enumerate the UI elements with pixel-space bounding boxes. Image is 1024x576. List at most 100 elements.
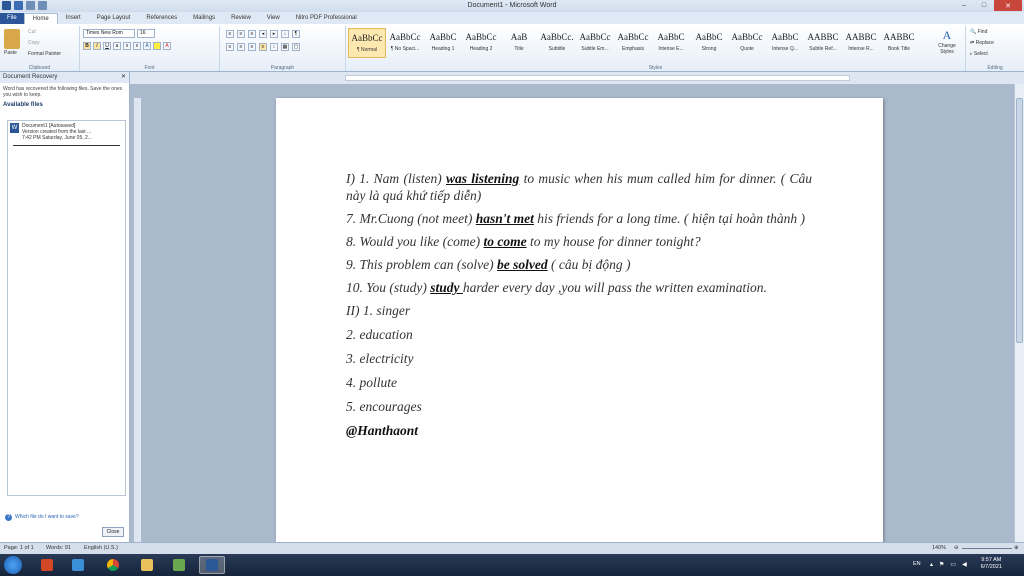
cut-button[interactable]: Cut <box>28 29 36 35</box>
decrease-indent-button[interactable]: ◂ <box>259 30 267 38</box>
tab-mailings[interactable]: Mailings <box>185 13 223 24</box>
line-spacing-button[interactable]: ↕ <box>270 43 278 51</box>
tray-arrow-icon[interactable]: ▴ <box>930 561 933 568</box>
font-color-button[interactable]: A <box>163 42 171 50</box>
answer-text: was listening <box>445 171 520 186</box>
tab-nitro-pdf[interactable]: Nitro PDF Professional <box>288 13 365 24</box>
style-name: Heading 2 <box>469 46 493 52</box>
help-link[interactable]: ? Which file do I want to save? <box>5 514 79 521</box>
zoom-in-icon[interactable]: ⊕ <box>1014 545 1019 551</box>
styles-group: AaBbCc ¶ Normal AaBbCc ¶ No Spaci... AaBbC He… <box>346 26 966 71</box>
recovered-file-item[interactable]: W Document1 [Autosaved] Version created … <box>8 121 125 143</box>
style-name: Subtle Ref... <box>809 46 837 52</box>
style-item[interactable]: AaBbCc Heading 2 <box>462 28 500 58</box>
clock[interactable]: 9:57 AM 6/7/2021 <box>981 557 1002 571</box>
copy-button[interactable]: Copy <box>28 40 40 46</box>
paste-button[interactable]: Paste <box>4 50 17 56</box>
tab-view[interactable]: View <box>259 13 288 24</box>
title-bar: Document1 - Microsoft Word – □ ✕ <box>0 0 1024 12</box>
highlight-button[interactable] <box>153 42 161 50</box>
word-count[interactable]: Words: 91 <box>46 545 71 551</box>
zoom-level[interactable]: 140% <box>932 545 946 551</box>
subscript-button[interactable]: x <box>123 42 131 50</box>
taskbar-word[interactable] <box>199 556 225 574</box>
increase-indent-button[interactable]: ▸ <box>270 30 278 38</box>
style-item[interactable]: AaBbC Heading 1 <box>424 28 462 58</box>
language-status[interactable]: English (U.S.) <box>84 545 118 551</box>
network-icon[interactable]: ▭ <box>950 561 956 568</box>
style-item[interactable]: AABBC Book Title <box>880 28 918 58</box>
change-styles-button[interactable]: A Change Styles <box>933 28 961 55</box>
vertical-scrollbar[interactable] <box>1014 84 1024 542</box>
tab-references[interactable]: References <box>138 13 185 24</box>
maximize-button[interactable]: □ <box>974 0 994 11</box>
tab-home[interactable]: Home <box>23 13 58 24</box>
taskbar-explorer[interactable] <box>134 556 160 574</box>
find-button[interactable]: 🔍 Find <box>970 29 987 35</box>
numbering-button[interactable]: ≡ <box>237 30 245 38</box>
paragraph-group: ≡ ≡ ≡ ◂ ▸ ↓ ¶ ≡ ≡ ≡ ≡ ↕ ▦ ▢ Paragraph <box>220 26 346 71</box>
input-language[interactable]: EN <box>913 561 921 567</box>
volume-icon[interactable]: ◀ <box>962 561 967 568</box>
document-page[interactable]: I) 1. Nam (listen) was listening to musi… <box>276 98 883 542</box>
style-item[interactable]: AaB Title <box>500 28 538 58</box>
document-recovery-pane: Document Recovery ✕ Word has recovered t… <box>0 72 130 542</box>
taskbar-chrome[interactable] <box>100 556 126 574</box>
format-painter-button[interactable]: Format Painter <box>28 51 61 57</box>
taskbar-media-player[interactable] <box>65 556 91 574</box>
style-item[interactable]: AaBbCc ¶ No Spaci... <box>386 28 424 58</box>
align-center-button[interactable]: ≡ <box>237 43 245 51</box>
close-window-button[interactable]: ✕ <box>994 0 1022 11</box>
taskbar-app[interactable] <box>166 556 192 574</box>
style-item[interactable]: AaBbCc Quote <box>728 28 766 58</box>
shading-button[interactable]: ▦ <box>281 43 289 51</box>
style-item[interactable]: AaBbC Strong <box>690 28 728 58</box>
borders-button[interactable]: ▢ <box>292 43 300 51</box>
strikethrough-button[interactable]: a <box>113 42 121 50</box>
tab-page-layout[interactable]: Page Layout <box>89 13 139 24</box>
style-item[interactable]: AaBbC Intense Q... <box>766 28 804 58</box>
align-left-button[interactable]: ≡ <box>226 43 234 51</box>
style-item[interactable]: AaBbC Intense E... <box>652 28 690 58</box>
style-item[interactable]: AaBbCc ¶ Normal <box>348 28 386 58</box>
sort-button[interactable]: ↓ <box>281 30 289 38</box>
scrollbar-thumb[interactable] <box>1016 98 1023 343</box>
recovery-close-button[interactable]: Close <box>102 527 124 537</box>
folder-icon <box>141 559 153 571</box>
replace-button[interactable]: ⇄ Replace <box>970 40 994 46</box>
style-item[interactable]: AABBC Intense R... <box>842 28 880 58</box>
paste-icon[interactable] <box>4 29 20 49</box>
style-item[interactable]: AaBbCc. Subtitle <box>538 28 576 58</box>
font-name-select[interactable]: Times New Rom <box>83 29 135 38</box>
change-styles-icon: A <box>942 28 952 42</box>
minimize-button[interactable]: – <box>954 0 974 11</box>
flag-icon[interactable]: ⚑ <box>939 561 944 568</box>
style-item[interactable]: AaBbCc Emphasis <box>614 28 652 58</box>
align-right-button[interactable]: ≡ <box>248 43 256 51</box>
close-pane-icon[interactable]: ✕ <box>121 72 126 83</box>
zoom-slider[interactable] <box>962 548 1012 549</box>
horizontal-ruler[interactable] <box>130 72 1024 84</box>
bullets-button[interactable]: ≡ <box>226 30 234 38</box>
start-button[interactable] <box>4 556 22 574</box>
select-button[interactable]: ▹ Select <box>970 51 988 57</box>
show-marks-button[interactable]: ¶ <box>292 30 300 38</box>
justify-button[interactable]: ≡ <box>259 43 267 51</box>
taskbar-powerpoint[interactable] <box>34 556 60 574</box>
style-item[interactable]: AABBC Subtle Ref... <box>804 28 842 58</box>
zoom-out-icon[interactable]: ⊖ <box>954 545 959 551</box>
tab-file[interactable]: File <box>0 13 24 24</box>
font-size-select[interactable]: 16 <box>137 29 155 38</box>
superscript-button[interactable]: x <box>133 42 141 50</box>
document-body[interactable]: I) 1. Nam (listen) was listening to musi… <box>346 170 812 445</box>
tab-insert[interactable]: Insert <box>58 13 89 24</box>
style-item[interactable]: AaBbCc Subtle Em... <box>576 28 614 58</box>
recovered-files-list: W Document1 [Autosaved] Version created … <box>7 120 126 496</box>
text-effects-button[interactable]: A <box>143 42 151 50</box>
bold-button[interactable]: B <box>83 42 91 50</box>
underline-button[interactable]: U <box>103 42 111 50</box>
italic-button[interactable]: I <box>93 42 101 50</box>
page-count[interactable]: Page: 1 of 1 <box>4 545 34 551</box>
tab-review[interactable]: Review <box>223 13 259 24</box>
multilevel-list-button[interactable]: ≡ <box>248 30 256 38</box>
